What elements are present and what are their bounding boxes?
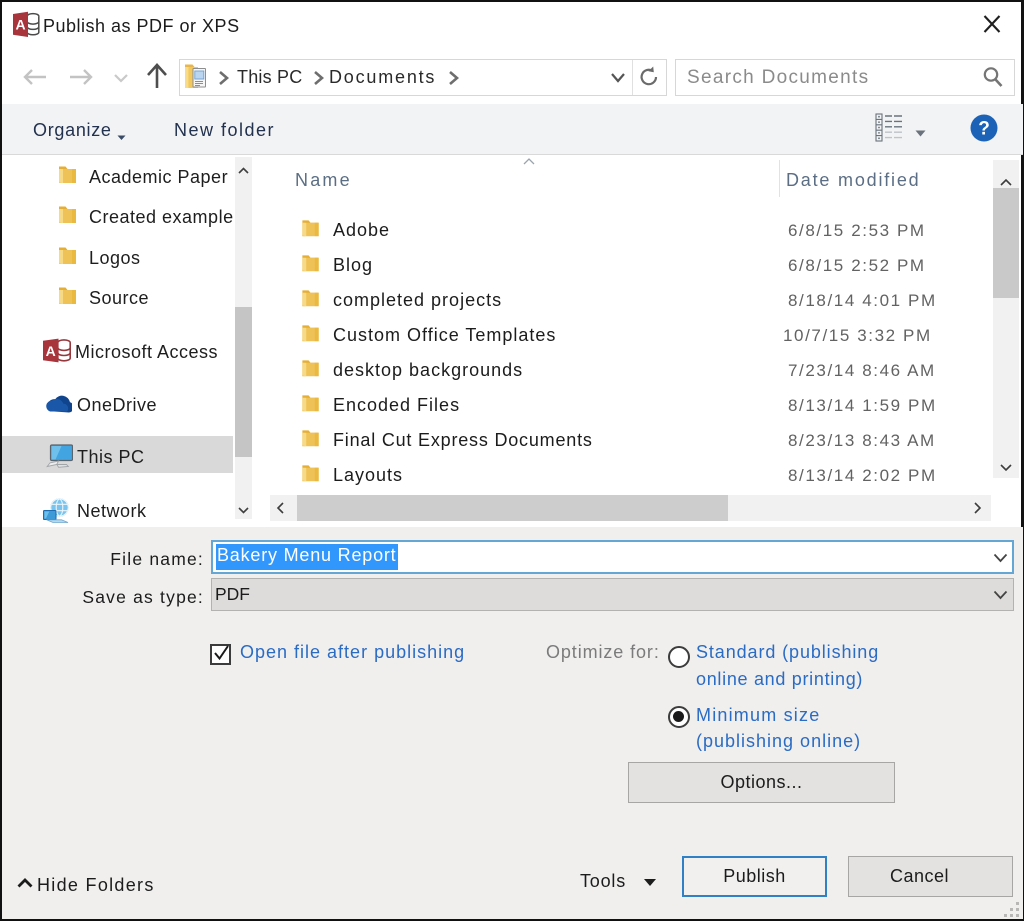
svg-text:A: A: [46, 343, 56, 359]
svg-text:A: A: [15, 17, 25, 33]
svg-text:?: ?: [978, 119, 990, 140]
